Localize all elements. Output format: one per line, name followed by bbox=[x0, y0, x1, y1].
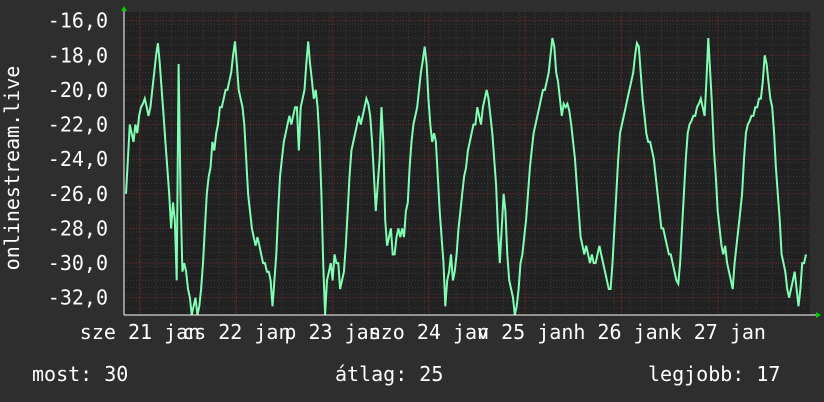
y-tick-label: -30,0 bbox=[48, 251, 108, 275]
x-tick-label: h 26 jan bbox=[573, 320, 669, 344]
y-tick-label: -20,0 bbox=[48, 78, 108, 102]
y-axis-label: onlinestream.live bbox=[0, 66, 24, 271]
x-tick-label: cs 22 jan bbox=[182, 320, 290, 344]
y-tick-label: -22,0 bbox=[48, 113, 108, 137]
x-tick-label: v 25 jan bbox=[477, 320, 573, 344]
x-tick-label: k 27 jan bbox=[670, 320, 766, 344]
y-tick-label: -16,0 bbox=[48, 9, 108, 33]
y-tick-label: -32,0 bbox=[48, 286, 108, 310]
stats-bar: most: 30 átlag: 25 legjobb: 17 bbox=[0, 362, 824, 390]
x-axis-ticks: sze 21 jancs 22 janp 23 janszo 24 janv 2… bbox=[80, 320, 766, 344]
y-tick-label: -18,0 bbox=[48, 43, 108, 67]
y-axis-arrow-icon bbox=[121, 6, 127, 11]
y-axis-ticks: -32,0 -30,0 -28,0 -26,0 -24,0 -22,0 -20,0 -18,0… bbox=[48, 9, 108, 310]
x-tick-label: szo 24 jan bbox=[369, 320, 489, 344]
x-axis-arrow-icon bbox=[816, 312, 821, 318]
y-tick-label: -28,0 bbox=[48, 216, 108, 240]
y-tick-label: -24,0 bbox=[48, 147, 108, 171]
current-value: most: 30 bbox=[32, 362, 129, 386]
chart: -32,0 -30,0 -28,0 -26,0 -24,0 -22,0 -20,0 -18,0… bbox=[0, 6, 821, 344]
average-value: átlag: 25 bbox=[335, 362, 444, 386]
y-tick-label: -26,0 bbox=[48, 182, 108, 206]
best-value: legjobb: 17 bbox=[648, 362, 781, 386]
x-tick-label: p 23 jan bbox=[284, 320, 380, 344]
